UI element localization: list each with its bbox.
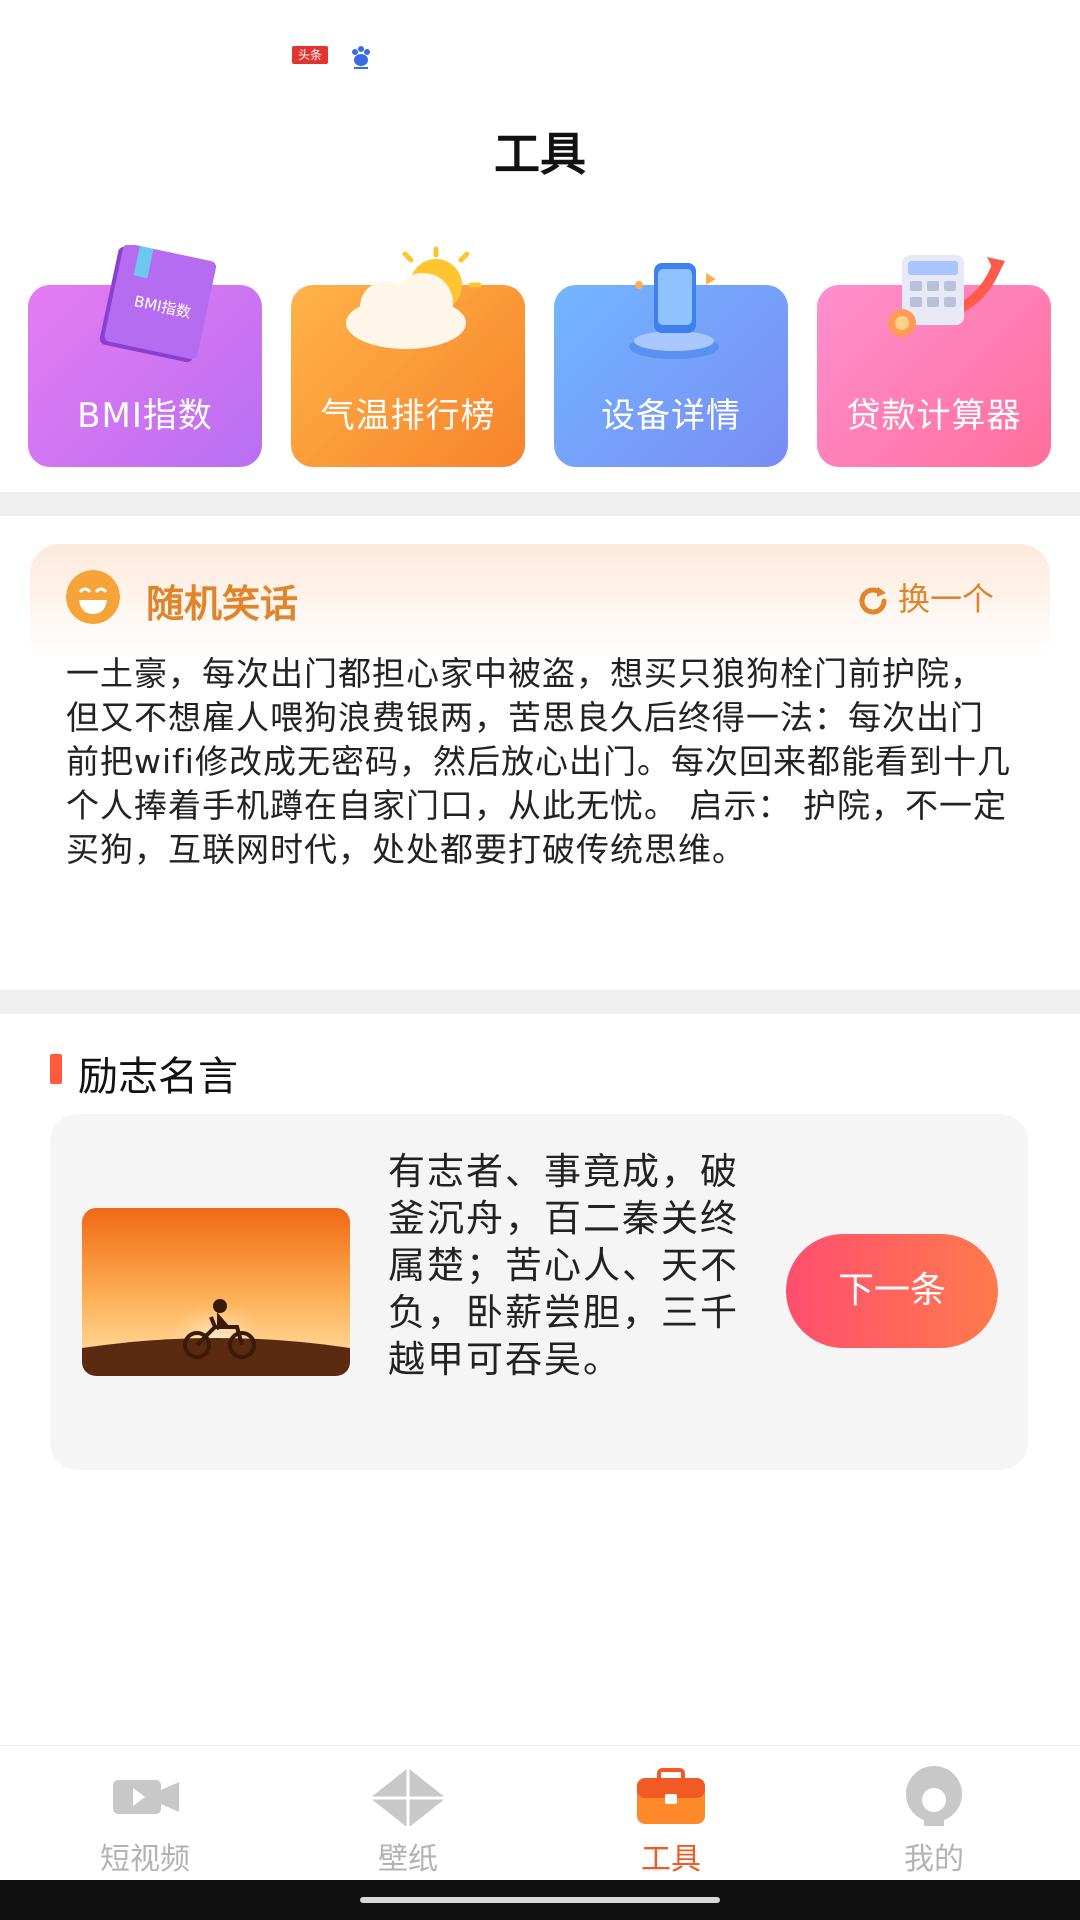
nav-label: 我的 [904,1842,964,1877]
weather-cloud-sun-icon [346,246,482,349]
nav-label: 短视频 [100,1842,190,1877]
video-camera-icon [113,1780,179,1814]
nav-item-short-video[interactable]: 短视频 [10,1746,280,1881]
joke-text: 一土豪，每次出门都担心家中被盗，想买只狼狗栓门前护院，但又不想雇人喂狗浪费银两，… [66,654,1011,869]
section-divider [0,492,1080,516]
tool-card-device[interactable]: 设备详情 [554,263,788,467]
laughing-face-icon [66,570,120,624]
nav-label: 工具 [641,1842,701,1877]
tool-card-temperature[interactable]: 气温排行榜 [291,246,525,467]
refresh-icon [859,587,887,615]
wallpaper-icon [370,1768,446,1826]
motto-section-title: 励志名言 [78,1054,238,1100]
calculator-icon [888,255,1005,337]
tool-label-device: 设备详情 [601,396,741,436]
cyclist-sunset-image [82,1208,350,1376]
refresh-joke-label: 换一个 [898,580,995,618]
baidu-paw-icon [352,46,370,69]
device-phone-icon [629,263,719,359]
bmi-book-icon: BMI指数 [99,245,217,363]
profile-icon [906,1766,962,1826]
tool-label-bmi: BMI指数 [77,396,213,436]
toolbox-icon [637,1768,705,1824]
nav-label: 壁纸 [378,1842,438,1877]
home-indicator[interactable] [360,1897,720,1903]
section-divider [0,990,1080,1014]
toutiao-badge: 头条 [292,46,328,64]
tool-label-temperature: 气温排行榜 [320,396,496,436]
tool-card-bmi[interactable]: BMI指数 BMI指数 [28,245,262,467]
joke-title: 随机笑话 [146,582,299,626]
bottom-navigation: 短视频 壁纸 工具 我的 [0,1745,1080,1881]
next-quote-button[interactable]: 下一条 [786,1234,998,1348]
refresh-joke-button[interactable]: 换一个 [856,574,994,620]
section-accent-bar [50,1054,62,1084]
nav-item-profile[interactable]: 我的 [799,1746,1069,1881]
motto-quote: 有志者、事竟成，破釜沉舟，百二秦关终属楚；苦心人、天不负，卧薪尝胆，三千越甲可吞… [388,1150,739,1381]
tool-card-loan[interactable]: 贷款计算器 [817,255,1051,467]
tool-label-loan: 贷款计算器 [846,396,1022,436]
nav-item-wallpaper[interactable]: 壁纸 [273,1746,543,1881]
nav-item-tools[interactable]: 工具 [536,1746,806,1881]
page-title: 工具 [494,127,586,181]
